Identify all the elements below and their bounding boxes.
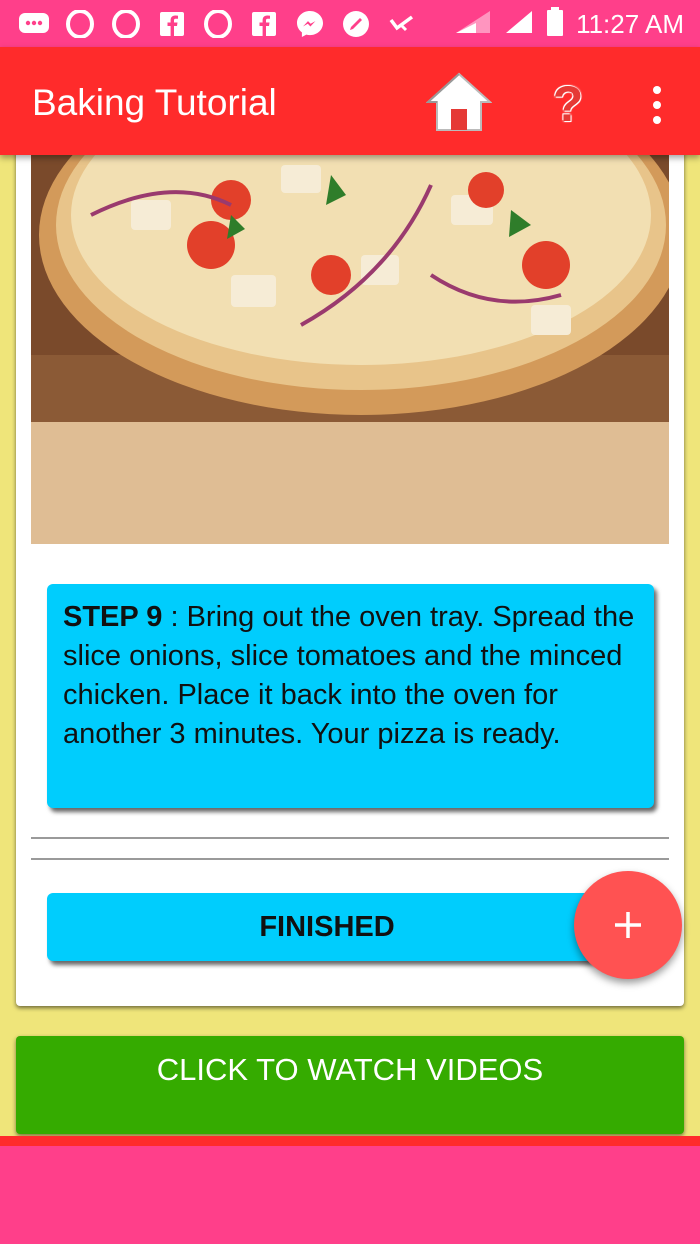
step-number: STEP 9	[63, 601, 163, 633]
step-text: STEP 9 : Bring out the oven tray. Spread…	[63, 598, 648, 754]
signal-icon	[504, 9, 534, 40]
brush-icon	[340, 8, 372, 40]
more-vert-icon	[653, 86, 661, 94]
facebook-icon	[248, 8, 280, 40]
plus-icon	[615, 912, 641, 938]
home-button[interactable]	[425, 71, 493, 133]
opera-icon	[110, 8, 142, 40]
check-icon	[386, 8, 418, 40]
divider	[31, 858, 669, 860]
opera-icon	[64, 8, 96, 40]
status-bar: 11:27 AM	[0, 0, 700, 47]
finished-button[interactable]: FINISHED	[47, 893, 607, 961]
system-tray: 11:27 AM	[454, 6, 684, 42]
divider	[31, 837, 669, 839]
step-card: STEP 9 : Bring out the oven tray. Spread…	[16, 140, 684, 1006]
app-title: Baking Tutorial	[32, 82, 277, 123]
facebook-icon	[156, 8, 188, 40]
app-bar: Baking Tutorial ?	[0, 47, 700, 155]
messenger-icon	[294, 8, 326, 40]
bottom-bar	[0, 1136, 700, 1244]
help-icon: ?	[552, 76, 584, 132]
notification-icons	[18, 8, 418, 40]
step-instruction-box: STEP 9 : Bring out the oven tray. Spread…	[47, 584, 654, 808]
pizza-image	[31, 155, 669, 544]
battery-icon	[546, 6, 564, 42]
add-fab-button[interactable]	[574, 871, 682, 979]
watch-videos-button[interactable]: CLICK TO WATCH VIDEOS	[16, 1036, 684, 1134]
opera-icon	[202, 8, 234, 40]
clock: 11:27 AM	[576, 8, 684, 39]
home-icon	[425, 72, 493, 131]
signal-icon	[454, 9, 492, 40]
help-button[interactable]: ?	[545, 75, 591, 133]
chat-icon	[18, 8, 50, 40]
overflow-menu-button[interactable]	[640, 77, 674, 133]
